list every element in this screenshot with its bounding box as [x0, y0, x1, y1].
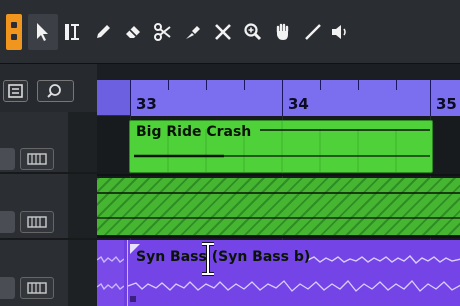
beat-tick: [320, 80, 321, 90]
beat-tick: [206, 80, 207, 90]
audio-event-syn-bass[interactable]: Syn Bass (Syn Bass b): [127, 240, 460, 306]
range-selection-icon: [65, 24, 79, 40]
bar-tick: [130, 80, 131, 116]
track-edit-button[interactable]: [20, 277, 54, 299]
part-title: Big Ride Crash: [136, 124, 252, 140]
track-color-column: [68, 112, 97, 306]
list-icon: [8, 84, 23, 98]
keyboard-icon: [27, 282, 47, 294]
audio-event-previous[interactable]: [97, 240, 125, 306]
erase-tool[interactable]: [118, 14, 148, 50]
bar-tick: [430, 80, 431, 116]
midi-note-lines: [97, 192, 460, 219]
event-display[interactable]: Big Ride Crash Syn Bass (Syn Bass b): [97, 116, 460, 306]
split-icon: [154, 23, 171, 41]
draw-tool[interactable]: [88, 14, 118, 50]
waveform: [97, 255, 125, 291]
track-edit-button[interactable]: [20, 211, 54, 233]
search-tracks-button[interactable]: [37, 80, 74, 102]
beat-tick: [358, 80, 359, 90]
midi-part-big-ride-crash[interactable]: Big Ride Crash: [129, 120, 433, 173]
glue-tool[interactable]: [178, 14, 208, 50]
split-tool[interactable]: [148, 14, 178, 50]
keyboard-icon: [27, 216, 47, 228]
audio-event-row[interactable]: Syn Bass (Syn Bass b): [97, 240, 460, 306]
toolbar: [0, 0, 460, 64]
track-divider: [0, 238, 97, 240]
toolbar-grip[interactable]: [6, 14, 22, 50]
track-control-stub[interactable]: [0, 148, 15, 170]
beat-tick: [168, 80, 169, 90]
keyboard-icon: [27, 153, 47, 165]
hand-icon: [276, 23, 289, 40]
bar-number: 33: [136, 95, 157, 113]
object-selection-tool[interactable]: [28, 14, 58, 50]
track-list-button[interactable]: [3, 80, 28, 102]
track-control-stub[interactable]: [0, 211, 15, 233]
lane-separator: [97, 174, 460, 176]
track-edit-button[interactable]: [20, 148, 54, 170]
object-selection-icon: [37, 23, 48, 41]
hand-tool[interactable]: [268, 14, 298, 50]
text-cursor-icon: [202, 242, 214, 276]
beat-tick: [396, 80, 397, 90]
play-icon: [332, 25, 346, 39]
line-icon: [305, 24, 321, 40]
range-selection-tool[interactable]: [58, 14, 88, 50]
track-divider: [0, 172, 97, 174]
draw-icon: [97, 25, 110, 38]
zoom-icon: [244, 23, 262, 41]
bar-number: 35: [436, 95, 457, 113]
mute-icon: [215, 24, 231, 40]
bar-tick: [282, 80, 283, 116]
part-title: Syn Bass (Syn Bass b): [136, 249, 311, 265]
timeline-ruler[interactable]: 33 34 35: [97, 80, 460, 116]
zoom-tool[interactable]: [238, 14, 268, 50]
track-control-stub[interactable]: [0, 277, 15, 299]
play-tool[interactable]: [324, 14, 354, 50]
search-icon: [47, 84, 61, 98]
glue-icon: [186, 26, 200, 39]
beat-tick: [244, 80, 245, 90]
mute-tool[interactable]: [208, 14, 238, 50]
midi-part-repeat[interactable]: [97, 178, 460, 235]
lane-separator: [97, 236, 460, 238]
bar-number: 34: [288, 95, 309, 113]
erase-icon: [126, 26, 140, 38]
